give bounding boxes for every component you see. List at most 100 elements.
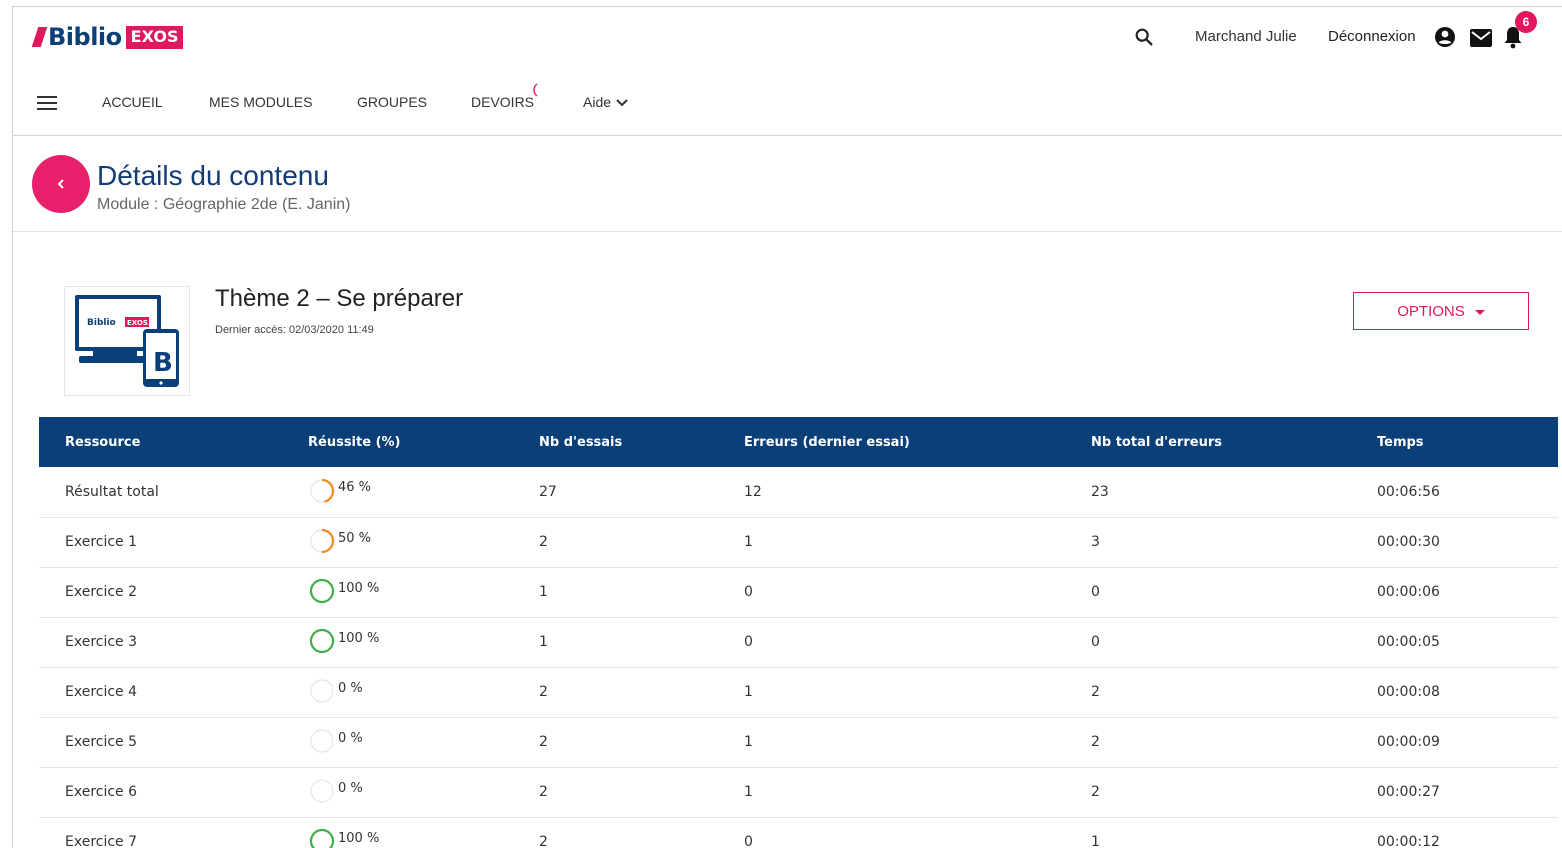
cell-ressource: Exercice 2 — [39, 567, 282, 618]
options-label: OPTIONS — [1397, 302, 1465, 320]
thumb-letter: B — [153, 348, 173, 378]
progress-ring-icon — [310, 679, 334, 703]
logo-badge: EXOS — [125, 25, 184, 49]
progress-ring-fill — [309, 828, 335, 848]
page-title: Détails du contenu — [97, 160, 329, 191]
success-percent: 50 % — [338, 530, 372, 546]
table-row[interactable]: Exercice 2 100 % 1 0 0 00:00:06 — [39, 567, 1558, 618]
nav-accueil[interactable]: ACCUEIL — [102, 94, 163, 110]
cell-temps: 00:00:30 — [1351, 517, 1558, 568]
progress-ring-track — [310, 779, 334, 803]
cell-essais: 2 — [513, 667, 718, 718]
cell-essais: 2 — [513, 817, 718, 848]
table-body: Résultat total 46 % 27 12 23 00:06:56 Exercice… — [39, 467, 1558, 848]
nav-devoirs[interactable]: DEVOIRS — [471, 94, 534, 110]
logo-text: Biblio — [48, 23, 122, 51]
page-header: Détails du contenu Module : Géographie 2… — [13, 137, 1562, 232]
column-header-erreurs-dernier[interactable]: Erreurs (dernier essai) — [718, 417, 1065, 467]
success-indicator: 0 % — [308, 679, 513, 705]
progress-ring-icon — [309, 478, 335, 503]
cell-erreurs-dernier: 1 — [718, 667, 1065, 718]
table-header-row: Ressource Réussite (%) Nb d'essais Erreu… — [39, 417, 1558, 467]
options-dropdown-button[interactable]: OPTIONS — [1353, 292, 1529, 330]
column-header-temps[interactable]: Temps — [1351, 417, 1558, 467]
cell-essais: 27 — [513, 467, 718, 518]
cell-reussite: 46 % — [282, 467, 513, 518]
cell-erreurs-dernier: 12 — [718, 467, 1065, 518]
cell-temps: 00:06:56 — [1351, 467, 1558, 518]
table-row[interactable]: Résultat total 46 % 27 12 23 00:06:56 — [39, 467, 1558, 518]
progress-ring-icon — [310, 779, 334, 803]
cell-ressource: Exercice 1 — [39, 517, 282, 568]
cell-temps: 00:00:12 — [1351, 817, 1558, 848]
logout-link[interactable]: Déconnexion — [1328, 28, 1416, 45]
table-row[interactable]: Exercice 60 % 2 1 2 00:00:27 — [39, 767, 1558, 818]
cell-essais: 2 — [513, 767, 718, 818]
mail-icon[interactable] — [1469, 28, 1493, 48]
progress-ring-fill — [309, 628, 335, 654]
cell-ressource: Résultat total — [39, 467, 282, 518]
nav-mes-modules[interactable]: MES MODULES — [209, 94, 312, 110]
brand-logo[interactable]: Biblio EXOS — [31, 23, 184, 51]
success-percent: 0 % — [338, 780, 363, 796]
cell-essais: 2 — [513, 517, 718, 568]
nav-groupes[interactable]: GROUPES — [357, 94, 427, 110]
cell-essais: 1 — [513, 567, 718, 618]
cell-essais: 2 — [513, 717, 718, 768]
page-subtitle: Module : Géographie 2de (E. Janin) — [97, 196, 351, 213]
progress-ring-track — [310, 679, 334, 703]
column-header-ressource[interactable]: Ressource — [39, 417, 282, 467]
success-indicator: 100 % — [308, 828, 513, 848]
chevron-left-icon — [57, 179, 64, 189]
success-percent: 100 % — [338, 630, 380, 646]
content-title: Thème 2 – Se préparer — [215, 285, 464, 312]
cell-erreurs-dernier: 0 — [718, 617, 1065, 668]
success-indicator: 100 % — [308, 578, 513, 605]
cell-total-erreurs: 2 — [1065, 767, 1351, 818]
column-header-essais[interactable]: Nb d'essais — [513, 417, 718, 467]
cell-reussite: 100 % — [282, 617, 513, 668]
cell-erreurs-dernier: 0 — [718, 567, 1065, 618]
cell-essais: 1 — [513, 617, 718, 668]
main-nav: ACCUEIL MES MODULES GROUPES DEVOIRS Aide — [13, 67, 1562, 136]
progress-ring-icon — [309, 578, 335, 604]
nav-aide-dropdown[interactable]: Aide — [583, 94, 629, 110]
cell-erreurs-dernier: 0 — [718, 817, 1065, 848]
success-percent: 100 % — [338, 830, 380, 846]
nav-aide-label: Aide — [583, 94, 612, 110]
account-icon[interactable] — [1433, 25, 1457, 49]
cell-reussite: 100 % — [282, 567, 513, 618]
success-percent: 100 % — [338, 580, 380, 596]
column-header-reussite[interactable]: Réussite (%) — [282, 417, 513, 467]
cell-reussite: 0 % — [282, 717, 513, 768]
cell-total-erreurs: 3 — [1065, 517, 1351, 568]
table-row[interactable]: Exercice 40 % 2 1 2 00:00:08 — [39, 667, 1558, 718]
table-row[interactable]: Exercice 3 100 % 1 0 0 00:00:05 — [39, 617, 1558, 668]
success-percent: 0 % — [338, 680, 363, 696]
caret-down-icon — [1474, 309, 1485, 315]
table-row[interactable]: Exercice 1 50 % 2 1 3 00:00:30 — [39, 517, 1558, 568]
success-percent: 46 % — [338, 480, 372, 496]
last-access-date: Dernier accès: 02/03/2020 11:49 — [215, 324, 374, 336]
cell-ressource: Exercice 4 — [39, 667, 282, 718]
cell-total-erreurs: 1 — [1065, 817, 1351, 848]
column-header-total-erreurs[interactable]: Nb total d'erreurs — [1065, 417, 1351, 467]
cell-erreurs-dernier: 1 — [718, 767, 1065, 818]
cell-total-erreurs: 23 — [1065, 467, 1351, 518]
cell-temps: 00:00:27 — [1351, 767, 1558, 818]
progress-ring-fill — [309, 578, 335, 604]
cell-ressource: Exercice 3 — [39, 617, 282, 668]
search-icon[interactable] — [1133, 26, 1155, 48]
logo-slash-icon — [31, 27, 48, 47]
table-row[interactable]: Exercice 7 100 % 2 0 1 00:00:12 — [39, 817, 1558, 848]
thumb-logo-text: Biblio — [87, 318, 116, 328]
user-name-link[interactable]: Marchand Julie — [1195, 28, 1297, 45]
success-indicator: 0 % — [308, 779, 513, 805]
cell-total-erreurs: 2 — [1065, 667, 1351, 718]
hamburger-menu-icon[interactable] — [37, 95, 57, 111]
success-indicator: 50 % — [308, 528, 513, 555]
device-illustration-icon: Biblio EXOS B — [75, 295, 179, 387]
back-button[interactable] — [32, 155, 90, 213]
table-row[interactable]: Exercice 50 % 2 1 2 00:00:09 — [39, 717, 1558, 768]
cell-erreurs-dernier: 1 — [718, 717, 1065, 768]
